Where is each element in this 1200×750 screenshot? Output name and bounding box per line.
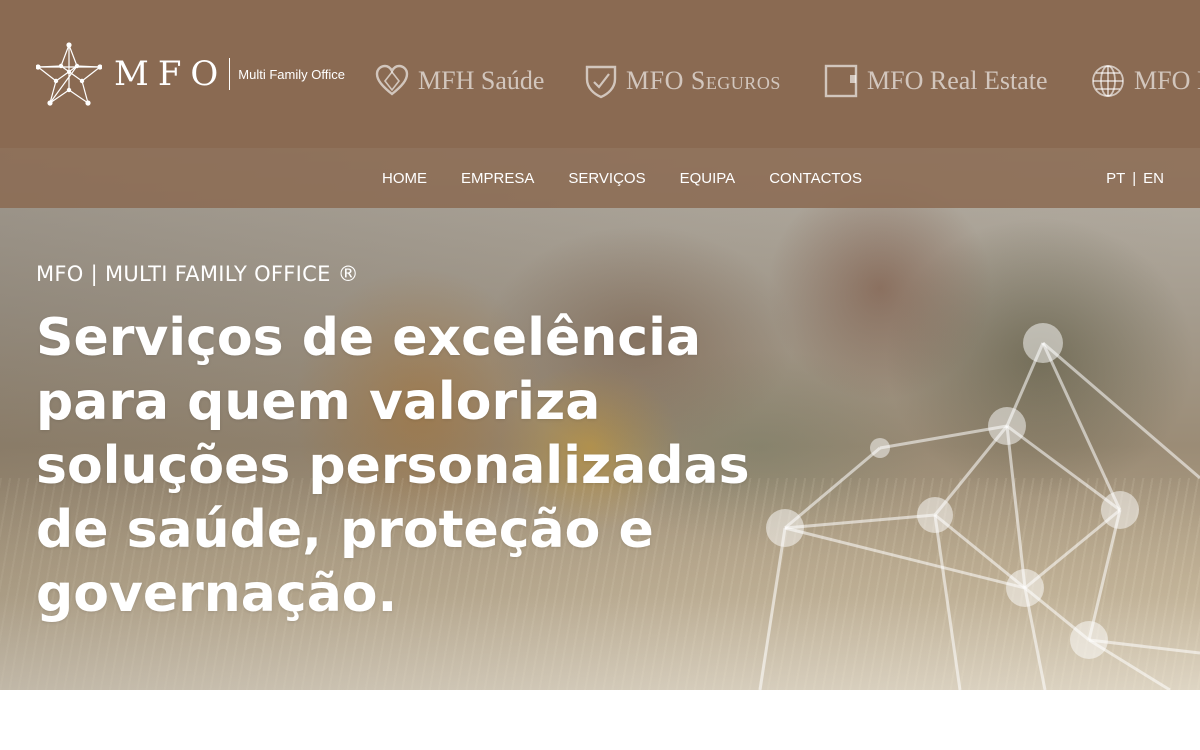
- language-en[interactable]: EN: [1143, 170, 1164, 187]
- language-pt[interactable]: PT: [1106, 170, 1125, 187]
- nav-links: HOME EMPRESA SERVIÇOS EQUIPA CONTACTOS: [382, 148, 896, 208]
- nav-item-servicos[interactable]: SERVIÇOS: [568, 170, 645, 187]
- globe-icon: [1092, 65, 1124, 97]
- heart-icon: [375, 64, 409, 96]
- building-icon: [824, 64, 858, 98]
- nav-item-equipa[interactable]: EQUIPA: [680, 170, 736, 187]
- brand-name: MFH Saúde: [418, 66, 545, 95]
- brand-link-mfo-seguros[interactable]: MFO Seguros: [584, 62, 781, 100]
- language-separator: |: [1132, 169, 1137, 187]
- star-network-icon: [36, 42, 102, 106]
- hero-title: Serviços de excelência para quem valoriz…: [36, 308, 750, 624]
- nav-item-home[interactable]: HOME: [382, 170, 427, 187]
- main-navigation: HOME EMPRESA SERVIÇOS EQUIPA CONTACTOS P…: [0, 148, 1200, 208]
- hero-section: HOME EMPRESA SERVIÇOS EQUIPA CONTACTOS P…: [0, 148, 1200, 690]
- brand-name: MFO I: [1134, 66, 1200, 95]
- logo-wordmark: MFO: [114, 54, 228, 94]
- shield-icon: [585, 65, 617, 99]
- brand-link-mfo-real-estate[interactable]: MFO Real Estate: [823, 62, 1048, 100]
- nav-item-contactos[interactable]: CONTACTOS: [769, 170, 862, 187]
- logo-divider: [229, 58, 231, 90]
- nav-item-empresa[interactable]: EMPRESA: [461, 170, 534, 187]
- mfo-logo[interactable]: MFO Multi Family Office: [36, 42, 345, 106]
- brand-header: MFO Multi Family Office MFH Saúde MFO Se…: [0, 0, 1200, 148]
- brand-link-mfh-saude[interactable]: MFH Saúde: [374, 62, 544, 100]
- brand-name: MFO Seguros: [626, 66, 781, 95]
- hero-kicker: MFO | MULTI FAMILY OFFICE ®: [36, 262, 359, 286]
- logo-tagline: Multi Family Office: [238, 66, 345, 82]
- brand-link-mfo-global[interactable]: MFO I: [1090, 62, 1200, 100]
- language-switcher: PT | EN: [1106, 148, 1164, 208]
- brand-name: MFO Real Estate: [867, 66, 1048, 95]
